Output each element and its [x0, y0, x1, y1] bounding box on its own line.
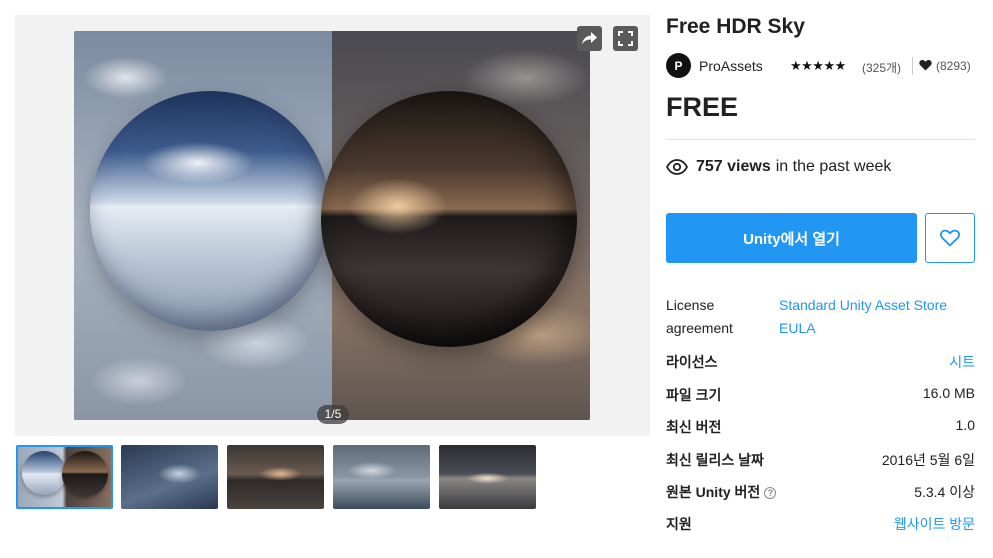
latest-release-value: 2016년 5월 6일 — [881, 452, 975, 468]
license-agreement-row: License agreement Standard Unity Asset S… — [666, 294, 975, 342]
fullscreen-icon — [618, 31, 633, 46]
license-agreement-link-line2: EULA — [779, 320, 816, 336]
chrome-sphere-left — [90, 91, 330, 331]
file-size-label: 파일 크기 — [666, 387, 722, 403]
license-agreement-link[interactable]: Standard Unity Asset Store EULA — [779, 294, 979, 340]
latest-version-value: 1.0 — [955, 417, 975, 433]
share-icon — [582, 32, 597, 45]
thumbnail-sphere-right — [62, 451, 108, 497]
original-unity-version-label: 원본 Unity 버전? — [666, 482, 777, 502]
favorites-count: (8293) — [936, 59, 971, 73]
license-agreement-link-line1: Standard Unity Asset Store — [779, 297, 948, 313]
rating-count[interactable]: (325개) — [862, 59, 901, 76]
heart-outline-icon — [940, 229, 960, 247]
help-icon[interactable]: ? — [764, 487, 777, 499]
fullscreen-button[interactable] — [613, 26, 638, 51]
heart-icon — [919, 59, 932, 71]
share-button[interactable] — [577, 26, 602, 51]
original-unity-version-label-text: 원본 Unity 버전 — [666, 484, 761, 500]
thumbnail-2[interactable] — [121, 445, 218, 509]
separator — [912, 57, 913, 75]
license-agreement-label-line2: agreement — [666, 320, 733, 336]
publisher-link[interactable]: ProAssets — [699, 58, 763, 74]
original-unity-version-value: 5.3.4 이상 — [914, 484, 975, 500]
support-label: 지원 — [666, 516, 692, 532]
thumbnail-4[interactable] — [333, 445, 430, 509]
eye-icon — [666, 159, 688, 175]
publisher-avatar[interactable]: P — [666, 53, 691, 78]
thumbnail-sphere-left — [22, 451, 66, 495]
divider — [666, 139, 975, 140]
main-image-viewer[interactable]: 1/5 — [15, 15, 650, 436]
thumbnail-3[interactable] — [227, 445, 324, 509]
license-value-link[interactable]: 시트 — [949, 352, 975, 372]
product-title: Free HDR Sky — [666, 15, 805, 38]
price: FREE — [666, 92, 739, 122]
views-period: in the past week — [775, 158, 892, 175]
publisher-row: P ProAssets ★★★★★ (325개) (8293) — [666, 53, 975, 78]
thumbnail-1[interactable] — [16, 445, 113, 509]
views-count: 757 views — [696, 158, 771, 175]
file-size-value: 16.0 MB — [922, 385, 975, 401]
main-preview-image[interactable] — [74, 31, 590, 420]
visit-website-link[interactable]: 웹사이트 방문 — [894, 514, 975, 534]
license-label: 라이선스 — [666, 354, 718, 370]
license-agreement-label: License agreement — [666, 294, 733, 340]
image-counter: 1/5 — [317, 405, 349, 424]
add-to-wishlist-button[interactable] — [925, 213, 975, 263]
license-agreement-label-line1: License — [666, 297, 715, 313]
thumbnail-5[interactable] — [439, 445, 536, 509]
latest-version-label: 최신 버전 — [666, 419, 722, 435]
chrome-sphere-right — [321, 91, 577, 347]
rating-stars[interactable]: ★★★★★ — [790, 58, 846, 74]
views-summary: 757 views in the past week — [666, 158, 891, 176]
open-in-unity-button[interactable]: Unity에서 열기 — [666, 213, 917, 263]
latest-release-label: 최신 릴리스 날짜 — [666, 452, 764, 468]
